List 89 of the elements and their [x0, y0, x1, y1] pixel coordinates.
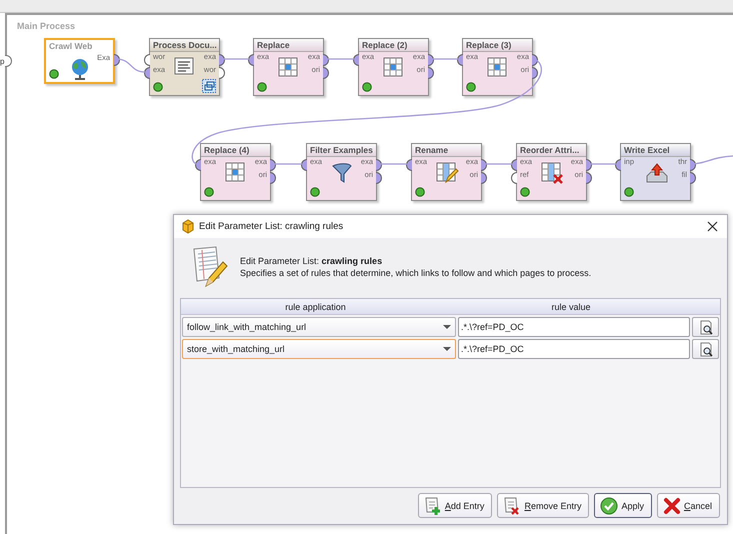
status-light-icon: [466, 82, 476, 92]
status-light-icon: [624, 187, 634, 197]
port-handle[interactable]: [144, 54, 150, 66]
grid-pencil-icon: [436, 162, 459, 183]
grid-icon: [487, 57, 507, 77]
port-handle[interactable]: [511, 159, 517, 171]
port-handle[interactable]: [144, 67, 150, 79]
port-handle[interactable]: [219, 54, 225, 66]
status-light-icon: [520, 187, 530, 197]
grid-icon: [383, 57, 403, 77]
status-light-icon: [204, 187, 214, 197]
port-handle[interactable]: [586, 159, 592, 171]
port-handle[interactable]: [5, 55, 12, 67]
port-handle[interactable]: [248, 54, 254, 66]
port-handle[interactable]: [376, 172, 382, 184]
port-handle[interactable]: [270, 159, 276, 171]
dropdown[interactable]: follow_link_with_matching_url: [182, 317, 456, 337]
column-header: rule value: [550, 300, 592, 314]
port-handle[interactable]: [532, 67, 538, 79]
port-handle[interactable]: [615, 159, 621, 171]
operator-title: Replace: [254, 39, 323, 52]
status-light-icon: [415, 187, 425, 197]
input-field[interactable]: .*.\?ref=PD_OC: [458, 317, 690, 337]
globe-icon: [70, 58, 90, 80]
port-handle[interactable]: [428, 54, 434, 66]
port-handle[interactable]: [481, 159, 487, 171]
dropdown-arrow-icon: [443, 347, 451, 351]
port-handle[interactable]: [481, 172, 487, 184]
port-handle[interactable]: [323, 54, 329, 66]
port-handle[interactable]: [114, 54, 120, 66]
port-handle[interactable]: [457, 54, 463, 66]
tray-arrow-icon: [645, 162, 669, 184]
cross-icon: [662, 496, 681, 514]
dialog-button[interactable]: Cancel: [656, 493, 720, 518]
preview-button[interactable]: [692, 317, 719, 337]
dialog-button[interactable]: Apply: [594, 493, 652, 518]
grid-icon: [278, 57, 298, 77]
grid-x-icon: [541, 162, 563, 184]
dialog-heading: Edit Parameter List: crawling rules: [240, 256, 384, 266]
status-light-icon: [49, 69, 59, 79]
operator-title: Replace (4): [201, 144, 270, 157]
app-logo-icon: [181, 219, 195, 234]
port-handle[interactable]: [270, 172, 276, 184]
operator-title: Filter Examples: [307, 144, 376, 157]
port-handle[interactable]: [428, 67, 434, 79]
status-light-icon: [153, 82, 163, 92]
check-icon: [600, 496, 618, 514]
connector-line: [116, 58, 146, 73]
magnifier-icon: [698, 342, 712, 356]
port-handle[interactable]: [511, 172, 517, 184]
preview-button[interactable]: [692, 339, 719, 359]
status-light-icon: [362, 82, 372, 92]
operator-title: Write Excel: [621, 144, 690, 157]
operator-title: Reorder Attri...: [517, 144, 586, 157]
dialog-title: Edit Parameter List: crawling rules: [199, 221, 344, 232]
port-handle[interactable]: [406, 159, 412, 171]
column-header: rule application: [284, 300, 347, 314]
dropdown[interactable]: store_with_matching_url: [182, 339, 456, 359]
port-label: p: [0, 56, 4, 66]
port-handle[interactable]: [219, 67, 225, 79]
dialog-button[interactable]: Add Entry: [418, 493, 492, 518]
notepad-plus-icon: [424, 496, 442, 514]
port-handle[interactable]: [301, 159, 307, 171]
operator-title: Process Docu...: [150, 39, 219, 52]
subprocess-icon: [202, 79, 216, 93]
port-handle[interactable]: [195, 159, 201, 171]
process-title: Main Process: [17, 21, 76, 31]
status-light-icon: [310, 187, 320, 197]
document-icon: [174, 57, 194, 75]
port-handle[interactable]: [532, 54, 538, 66]
dialog-button[interactable]: Remove Entry: [497, 493, 590, 518]
port-handle[interactable]: [353, 54, 359, 66]
operator-title: Replace (3): [463, 39, 532, 52]
notepad-x-icon: [503, 496, 522, 514]
port-handle[interactable]: [586, 172, 592, 184]
funnel-icon: [331, 162, 353, 184]
port-handle[interactable]: [323, 67, 329, 79]
dropdown-arrow-icon: [443, 325, 451, 329]
close-icon: [706, 221, 718, 232]
status-light-icon: [257, 82, 267, 92]
port-handle[interactable]: [376, 159, 382, 171]
port-handle[interactable]: [690, 172, 696, 184]
magnifier-icon: [698, 320, 712, 334]
operator-title: Crawl Web: [46, 40, 113, 52]
operator-title: Rename: [412, 144, 481, 157]
operator-title: Replace (2): [359, 39, 428, 52]
dialog-description: Specifies a set of rules that determine, which links to follow and which pages to process.: [240, 268, 592, 278]
input-field[interactable]: .*.\?ref=PD_OC: [458, 339, 690, 359]
grid-icon: [225, 162, 245, 182]
